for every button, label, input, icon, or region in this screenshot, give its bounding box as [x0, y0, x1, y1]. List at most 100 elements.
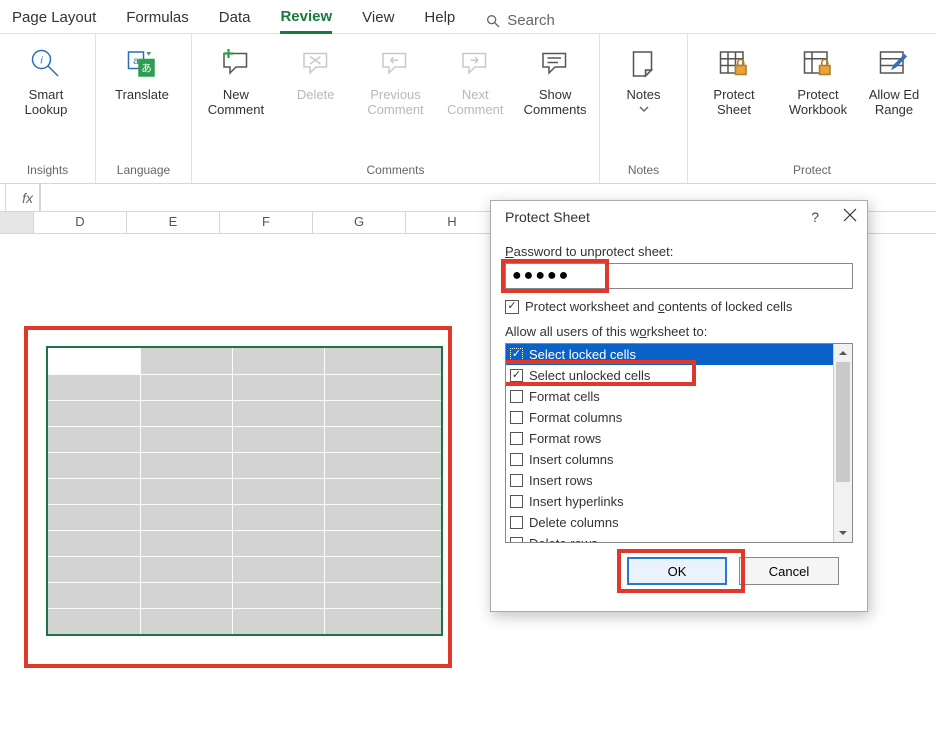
permission-option[interactable]: Format cells	[506, 386, 833, 407]
previous-comment-icon	[375, 44, 415, 84]
permission-label: Format rows	[529, 431, 601, 446]
checkbox-icon	[510, 432, 523, 445]
password-label: Password to unprotect sheet:	[505, 244, 853, 259]
smart-lookup-button[interactable]: i Smart Lookup	[8, 40, 84, 120]
listbox-scrollbar[interactable]	[833, 344, 852, 542]
checkbox-icon	[510, 453, 523, 466]
dialog-close-button[interactable]	[843, 208, 857, 225]
dialog-titlebar[interactable]: Protect Sheet ?	[491, 201, 867, 232]
col-header[interactable]: D	[34, 212, 127, 233]
permission-label: Insert columns	[529, 452, 614, 467]
group-insights-label: Insights	[8, 161, 87, 181]
select-all-corner[interactable]	[0, 212, 34, 233]
new-comment-button[interactable]: New Comment	[200, 40, 272, 120]
checkbox-icon: ✓	[510, 369, 523, 382]
new-comment-icon	[216, 44, 256, 84]
delete-comment-button: Delete	[280, 40, 352, 120]
dialog-help-button[interactable]: ?	[811, 209, 819, 225]
protect-sheet-label: Protect Sheet	[696, 88, 772, 118]
delete-comment-icon	[296, 44, 336, 84]
group-protect: Protect Sheet Protect Workbook	[688, 34, 936, 183]
show-comments-icon	[535, 44, 575, 84]
new-comment-label: New Comment	[200, 88, 272, 118]
permission-label: Format columns	[529, 410, 622, 425]
translate-label: Translate	[115, 88, 169, 103]
checkbox-icon	[510, 495, 523, 508]
scroll-down-button[interactable]	[834, 524, 852, 542]
search-label: Search	[507, 12, 555, 29]
translate-icon: a あ	[122, 44, 162, 84]
allow-edit-ranges-label-2: Range	[869, 103, 920, 118]
permission-label: Delete columns	[529, 515, 619, 530]
search-icon	[485, 13, 501, 29]
protect-sheet-icon	[714, 44, 754, 84]
cancel-button[interactable]: Cancel	[739, 557, 839, 585]
group-protect-label: Protect	[696, 161, 928, 181]
chevron-down-icon	[838, 528, 848, 538]
permission-label: Select locked cells	[529, 347, 636, 362]
col-header[interactable]: H	[406, 212, 499, 233]
tab-data[interactable]: Data	[219, 9, 251, 32]
checkbox-icon	[510, 537, 523, 542]
col-header[interactable]: E	[127, 212, 220, 233]
previous-comment-label: Previous Comment	[360, 88, 432, 118]
permission-label: Format cells	[529, 389, 600, 404]
group-language-label: Language	[104, 161, 183, 181]
protect-workbook-label: Protect Workbook	[780, 88, 856, 118]
notes-button[interactable]: Notes	[608, 40, 679, 120]
protect-sheet-dialog: Protect Sheet ? Password to unprotect sh…	[490, 200, 868, 612]
tab-review[interactable]: Review	[280, 8, 332, 34]
permission-option[interactable]: ✓ Select locked cells	[506, 344, 833, 365]
svg-text:あ: あ	[141, 63, 152, 75]
permissions-listbox[interactable]: ✓ Select locked cells ✓ Select unlocked cel…	[505, 343, 853, 543]
scroll-thumb[interactable]	[836, 362, 850, 482]
translate-button[interactable]: a あ Translate	[104, 40, 180, 120]
active-cell[interactable]	[48, 348, 140, 374]
col-header[interactable]: G	[313, 212, 406, 233]
allow-edit-ranges-button[interactable]: Allow Ed Range	[864, 40, 924, 120]
checkbox-icon	[510, 474, 523, 487]
permission-option[interactable]: Insert rows	[506, 470, 833, 491]
permission-option[interactable]: ✓ Select unlocked cells	[506, 365, 833, 386]
permission-option[interactable]: Insert columns	[506, 449, 833, 470]
delete-comment-label: Delete	[297, 88, 335, 103]
col-header[interactable]: F	[220, 212, 313, 233]
permission-option[interactable]: Format columns	[506, 407, 833, 428]
protect-sheet-button[interactable]: Protect Sheet	[696, 40, 772, 120]
tab-page-layout[interactable]: Page Layout	[12, 9, 96, 32]
allow-edit-ranges-icon	[874, 44, 914, 84]
protect-workbook-button[interactable]: Protect Workbook	[780, 40, 856, 120]
next-comment-label: Next Comment	[439, 88, 511, 118]
ribbon-tabs: Page Layout Formulas Data Review View He…	[0, 0, 936, 34]
allow-edit-ranges-label-1: Allow Ed	[869, 88, 920, 103]
notes-label: Notes	[627, 88, 661, 103]
scroll-up-button[interactable]	[834, 344, 852, 362]
tab-formulas[interactable]: Formulas	[126, 9, 189, 32]
permission-option[interactable]: Insert hyperlinks	[506, 491, 833, 512]
next-comment-button: Next Comment	[439, 40, 511, 120]
password-input[interactable]	[505, 263, 853, 289]
previous-comment-button: Previous Comment	[360, 40, 432, 120]
checkbox-icon: ✓	[505, 300, 519, 314]
cell-selection[interactable]	[46, 346, 443, 636]
search-button[interactable]: Search	[485, 12, 555, 29]
next-comment-icon	[455, 44, 495, 84]
tab-help[interactable]: Help	[424, 9, 455, 32]
checkbox-icon	[510, 411, 523, 424]
show-comments-button[interactable]: Show Comments	[519, 40, 591, 120]
permission-option[interactable]: Format rows	[506, 428, 833, 449]
checkbox-icon: ✓	[510, 348, 523, 361]
permission-option[interactable]: Delete rows	[506, 533, 833, 542]
group-notes: Notes Notes	[600, 34, 688, 183]
permission-label: Delete rows	[529, 536, 598, 542]
protect-contents-checkbox[interactable]: ✓ Protect worksheet and contents of lock…	[505, 299, 853, 314]
permission-option[interactable]: Delete columns	[506, 512, 833, 533]
chevron-up-icon	[838, 348, 848, 358]
ribbon: i Smart Lookup Insights a あ	[0, 34, 936, 184]
permission-label: Insert hyperlinks	[529, 494, 624, 509]
ok-button[interactable]: OK	[627, 557, 727, 585]
permission-label: Select unlocked cells	[529, 368, 650, 383]
checkbox-icon	[510, 516, 523, 529]
tab-view[interactable]: View	[362, 9, 394, 32]
permission-label: Insert rows	[529, 473, 593, 488]
